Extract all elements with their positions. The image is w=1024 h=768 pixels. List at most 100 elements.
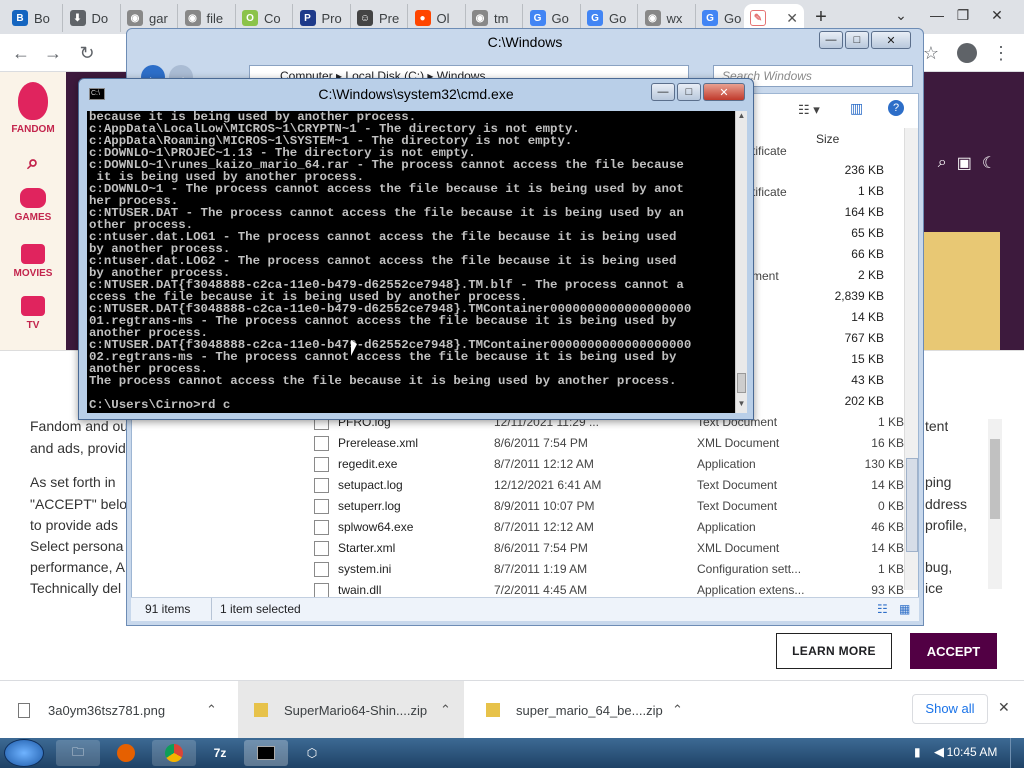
download-name: super_mario_64_be....zip (516, 702, 663, 718)
large-icons-view-icon[interactable]: ▦ (899, 598, 910, 620)
rail-tv[interactable]: TV (0, 296, 66, 331)
explorer-minimize-button[interactable]: — (819, 31, 843, 49)
restore-icon[interactable]: ❐ (948, 0, 978, 30)
dark-mode-icon[interactable]: ☾ (982, 153, 996, 173)
explorer-close-button[interactable]: ✕ (871, 31, 911, 49)
tab-favicon-icon: B (12, 10, 28, 26)
cmd-minimize-button[interactable]: — (651, 83, 675, 101)
profile-icon[interactable] (956, 42, 978, 64)
cmd-scroll-up-icon[interactable]: ▲ (736, 111, 747, 123)
file-name: system.ini (338, 562, 392, 576)
cookie-text-line: to provide ads (30, 517, 118, 533)
forward-icon[interactable]: → (42, 42, 64, 64)
search-icon[interactable]: ⌕ (938, 154, 947, 172)
close-downloads-icon[interactable]: ✕ (998, 699, 1010, 716)
start-button[interactable] (4, 739, 44, 767)
show-all-button[interactable]: Show all (912, 694, 988, 724)
search-icon[interactable]: ⌕ (0, 152, 66, 175)
fandom-logo[interactable]: FANDOM (0, 82, 66, 135)
file-row[interactable]: regedit.exe 8/7/2011 12:12 AM Application 1… (310, 454, 910, 475)
rail-games[interactable]: GAMES (0, 188, 66, 223)
file-row[interactable]: setuperr.log 8/9/2011 10:07 PM Text Docume… (310, 496, 910, 517)
tray-network-icon[interactable]: ▮ (914, 745, 921, 759)
show-desktop-button[interactable] (1010, 738, 1024, 768)
browser-tab[interactable]: B Bo (6, 4, 63, 32)
file-row[interactable]: Starter.xml 8/6/2011 7:54 PM XML Document 1… (310, 538, 910, 559)
tab-favicon-icon: ● (414, 10, 431, 26)
file-type: Application (697, 457, 756, 471)
preview-pane-icon[interactable]: ▥ (850, 100, 863, 117)
details-view-icon[interactable]: ☷ (877, 598, 888, 620)
chevron-up-icon[interactable]: ⌃ (206, 702, 217, 718)
file-row[interactable]: Prerelease.xml 8/6/2011 7:54 PM XML Docume… (310, 433, 910, 454)
learn-more-button[interactable]: LEARN MORE (776, 633, 892, 669)
rail-movies-label: MOVIES (13, 268, 53, 279)
file-row[interactable]: splwow64.exe 8/7/2011 12:12 AM Application… (310, 517, 910, 538)
cmd-maximize-button[interactable]: □ (677, 83, 701, 101)
page-scrollbar[interactable] (988, 419, 1002, 589)
page-scroll-thumb[interactable] (990, 439, 1000, 519)
discussion-icon[interactable]: ▣ (957, 153, 972, 173)
taskbar-chrome-icon[interactable] (152, 740, 196, 766)
fandom-brand: FANDOM (11, 124, 55, 135)
menu-icon[interactable]: ⋮ (990, 42, 1012, 64)
size-cell: 43 KB (851, 373, 884, 387)
cmd-scrollbar[interactable]: ▲ ▼ (735, 111, 747, 413)
size-cell: 1 KB (857, 184, 884, 198)
download-item[interactable]: 3a0ym36tsz781.png ⌃ (18, 681, 230, 739)
rail-movies[interactable]: MOVIES (0, 244, 66, 279)
tab-favicon-icon: ◉ (472, 10, 488, 26)
browser-tab[interactable]: ⬇ Do (64, 4, 121, 32)
file-size: 0 KB (877, 499, 904, 513)
help-icon[interactable]: ? (888, 100, 904, 116)
cmd-console[interactable]: because it is being used by another proc… (87, 111, 735, 413)
taskbar-explorer-icon[interactable]: 🗀 (56, 740, 100, 766)
movies-icon (21, 244, 45, 264)
file-name: splwow64.exe (338, 520, 414, 534)
taskbar-cmd-icon[interactable] (244, 740, 288, 766)
taskbar-app-icon[interactable]: ⬡ (290, 740, 334, 766)
file-icon (18, 702, 30, 718)
size-cell: 65 KB (851, 226, 884, 240)
download-item[interactable]: SuperMario64-Shin....zip ⌃ (238, 681, 464, 739)
header-banner (920, 232, 1000, 352)
cookie-text-line: profile, (925, 517, 968, 533)
tab-search-icon[interactable]: ⌄ (886, 0, 916, 30)
cmd-scroll-thumb[interactable] (737, 373, 746, 393)
tab-label: Ol (436, 10, 450, 26)
taskbar-clock[interactable]: 10:45 AM (946, 745, 998, 759)
file-icon (314, 457, 329, 472)
file-name: Starter.xml (338, 541, 396, 555)
cmd-scroll-down-icon[interactable]: ▼ (736, 399, 747, 411)
column-header-size[interactable]: Size (816, 132, 839, 146)
explorer-maximize-button[interactable]: □ (845, 31, 869, 49)
close-tab-icon[interactable]: ✕ (786, 10, 798, 27)
file-icon (314, 583, 329, 598)
back-icon[interactable]: ← (10, 42, 32, 64)
chevron-up-icon[interactable]: ⌃ (440, 702, 451, 718)
reload-icon[interactable]: ↻ (76, 42, 98, 64)
file-row[interactable]: system.ini 8/7/2011 1:19 AM Configuration … (310, 559, 910, 580)
accept-button[interactable]: ACCEPT (910, 633, 997, 669)
tab-label: Do (91, 10, 109, 26)
cookie-text-line: ddress (925, 496, 968, 512)
fandom-sidebar: FANDOM ⌕ GAMES MOVIES TV (0, 72, 66, 352)
tab-favicon-icon: ☺ (357, 10, 373, 26)
taskbar-firefox-icon[interactable] (104, 740, 148, 766)
cmd-close-button[interactable]: ✕ (703, 83, 745, 101)
tab-label: Go (609, 10, 627, 26)
taskbar-7zip-icon[interactable]: 7z (198, 740, 242, 766)
chevron-up-icon[interactable]: ⌃ (672, 702, 683, 718)
downloads-bar: 3a0ym36tsz781.png ⌃ SuperMario64-Shin...… (0, 680, 1024, 739)
tab-label: Bo (34, 10, 50, 26)
download-item[interactable]: super_mario_64_be....zip ⌃ (486, 681, 696, 739)
close-window-icon[interactable]: ✕ (982, 0, 1012, 30)
file-date: 8/9/2011 10:07 PM (494, 499, 595, 513)
file-size: 130 KB (864, 457, 904, 471)
size-cell: 2 KB (857, 268, 884, 282)
download-name: 3a0ym36tsz781.png (48, 702, 166, 718)
file-type: Text Document (697, 478, 778, 492)
file-row[interactable]: setupact.log 12/12/2021 6:41 AM Text Docum… (310, 475, 910, 496)
tray-volume-icon[interactable]: ◀ (934, 744, 944, 760)
views-icon[interactable]: ☷ ▾ (798, 102, 820, 118)
